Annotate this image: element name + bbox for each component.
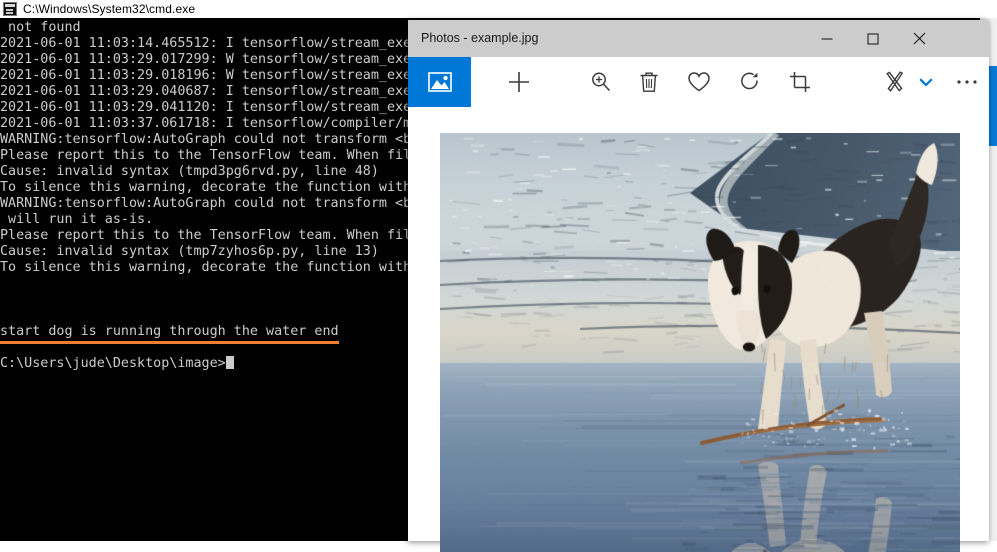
more-options-button[interactable] — [943, 57, 991, 107]
cmd-titlebar[interactable]: C:\Windows\System32\cmd.exe — [0, 0, 997, 18]
photo-image[interactable] — [440, 133, 960, 552]
crop-icon — [789, 71, 811, 93]
trash-icon — [639, 71, 659, 93]
rotate-icon — [739, 71, 761, 93]
add-button[interactable] — [495, 57, 543, 107]
favorite-button[interactable] — [675, 57, 723, 107]
maximize-button[interactable] — [850, 20, 896, 57]
console-cursor — [226, 356, 234, 369]
edit-create-button[interactable] — [878, 57, 912, 107]
chevron-down-icon — [919, 77, 933, 87]
photo-viewer-canvas[interactable] — [408, 112, 989, 541]
close-button[interactable] — [896, 20, 942, 57]
console-prompt-text: C:\Users\jude\Desktop\image> — [0, 356, 226, 371]
edit-create-chevron-button[interactable] — [913, 57, 939, 107]
maximize-icon — [867, 33, 879, 45]
picture-icon — [428, 72, 452, 92]
plus-icon — [508, 71, 530, 93]
cmd-window-title: C:\Windows\System32\cmd.exe — [23, 2, 195, 16]
minimize-button[interactable] — [804, 20, 850, 57]
minimize-icon — [821, 33, 833, 45]
gallery-tile-button[interactable] — [408, 57, 471, 107]
console-icon — [3, 2, 17, 16]
close-icon — [913, 32, 926, 45]
photos-toolbar — [408, 57, 989, 113]
zoom-button[interactable] — [577, 57, 625, 107]
photos-window-title: Photos - example.jpg — [421, 31, 538, 45]
photos-window: Photos - example.jpg — [408, 20, 989, 541]
photo-image-canvas — [440, 133, 960, 552]
zoom-in-icon — [590, 71, 612, 93]
pen-brush-icon — [884, 71, 906, 93]
delete-button[interactable] — [625, 57, 673, 107]
ellipsis-icon — [956, 79, 978, 85]
photos-titlebar[interactable]: Photos - example.jpg — [408, 20, 989, 57]
highlighted-output-text: start dog is running through the water e… — [0, 324, 339, 344]
rotate-button[interactable] — [726, 57, 774, 107]
crop-button[interactable] — [776, 57, 824, 107]
heart-icon — [687, 71, 711, 93]
